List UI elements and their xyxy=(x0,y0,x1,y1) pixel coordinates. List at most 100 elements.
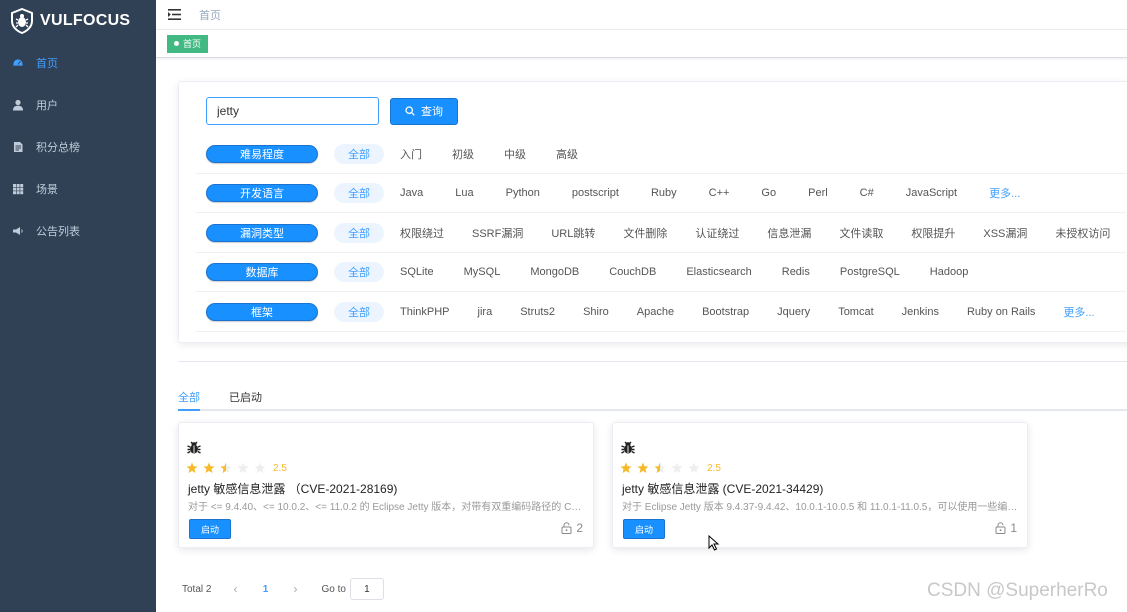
hamburger-icon[interactable] xyxy=(168,9,181,20)
sidebar-item-4[interactable]: 公告列表 xyxy=(0,210,156,252)
filter-option[interactable]: 文件读取 xyxy=(833,225,889,241)
next-page-icon[interactable]: › xyxy=(283,582,307,596)
filter-row-4: 框架 全部 ThinkPHP jira Struts2 Shiro Apache Bootst… xyxy=(196,299,1126,332)
goto-page-input[interactable] xyxy=(349,578,384,600)
filter-label: 漏洞类型 xyxy=(206,224,318,242)
filter-label: 框架 xyxy=(206,303,318,321)
star-icon xyxy=(688,462,705,474)
filter-option[interactable]: Java xyxy=(394,187,429,199)
sidebar-item-2[interactable]: 积分总榜 xyxy=(0,126,156,168)
start-button[interactable]: 启动 xyxy=(623,519,665,539)
filter-option[interactable]: PostgreSQL xyxy=(834,266,906,278)
filter-option[interactable]: Jenkins xyxy=(896,306,945,318)
filter-option-all[interactable]: 全部 xyxy=(334,183,384,203)
filter-option[interactable]: Shiro xyxy=(577,306,615,318)
filter-option[interactable]: Ruby xyxy=(645,187,683,199)
announcement-icon xyxy=(12,225,36,237)
filter-option[interactable]: Bootstrap xyxy=(696,306,755,318)
start-button[interactable]: 启动 xyxy=(189,519,231,539)
search-input[interactable] xyxy=(206,97,379,125)
filter-option[interactable]: Apache xyxy=(631,306,680,318)
filter-option[interactable]: ThinkPHP xyxy=(394,306,456,318)
tab-started[interactable]: 已启动 xyxy=(229,389,262,405)
filter-option[interactable]: SQLite xyxy=(394,266,440,278)
filter-option[interactable]: Go xyxy=(755,187,782,199)
card-title: jetty 敏感信息泄露 (CVE-2021-34429) xyxy=(622,482,824,496)
filter-option[interactable]: 入门 xyxy=(394,146,428,162)
vuln-card[interactable]: 2.5 jetty 敏感信息泄露 (CVE-2021-34429) 对于 Eclip… xyxy=(612,422,1028,548)
filter-option[interactable]: 中级 xyxy=(498,146,532,162)
filter-option[interactable]: URL跳转 xyxy=(545,225,601,241)
filter-option[interactable]: 认证绕过 xyxy=(689,225,745,241)
filter-option[interactable]: CouchDB xyxy=(603,266,662,278)
tab-all[interactable]: 全部 xyxy=(178,389,200,405)
filter-option[interactable]: Jquery xyxy=(771,306,816,318)
lock-count-value: 2 xyxy=(576,521,583,535)
breadcrumb[interactable]: 首页 xyxy=(199,7,221,23)
pagination: Total 2 ‹ 1 › Go to xyxy=(182,578,384,600)
lock-count: 1 xyxy=(995,521,1017,535)
filter-option[interactable]: 文件删除 xyxy=(617,225,673,241)
prev-page-icon[interactable]: ‹ xyxy=(223,582,247,596)
filter-option[interactable]: Redis xyxy=(776,266,816,278)
star-icon xyxy=(203,462,220,474)
filter-option[interactable]: Tomcat xyxy=(832,306,879,318)
filter-option[interactable]: 未授权访问 xyxy=(1049,225,1116,241)
filter-option[interactable]: 信息泄漏 xyxy=(761,225,817,241)
tabs: 全部 已启动 xyxy=(178,386,1127,411)
sidebar: VULFOCUS 首页 用户 积分总榜 场景 公告列表 xyxy=(0,0,156,612)
vuln-card[interactable]: 2.5 jetty 敏感信息泄露 （CVE-2021-28169) 对于 <= 9.… xyxy=(178,422,594,548)
filter-option[interactable]: JavaScript xyxy=(900,187,963,199)
filter-option[interactable]: Lua xyxy=(449,187,479,199)
filter-option[interactable]: SSRF漏洞 xyxy=(466,225,529,241)
lock-icon xyxy=(561,522,576,534)
active-dot-icon xyxy=(174,41,179,46)
search-button[interactable]: 查询 xyxy=(390,97,458,125)
filter-option-all[interactable]: 全部 xyxy=(334,262,384,282)
filter-option[interactable]: XSS漏洞 xyxy=(977,225,1033,241)
rating-value: 2.5 xyxy=(707,462,721,474)
sidebar-item-0[interactable]: 首页 xyxy=(0,42,156,84)
filter-card: 查询 难易程度全部入门初级中级高级开发语言全部JavaLuaPythonpost… xyxy=(178,81,1127,343)
sidebar-item-1[interactable]: 用户 xyxy=(0,84,156,126)
page-number[interactable]: 1 xyxy=(247,584,283,595)
filter-option[interactable]: MySQL xyxy=(458,266,507,278)
lock-count: 2 xyxy=(561,521,583,535)
filter-option[interactable]: jira xyxy=(472,306,499,318)
filter-option[interactable]: Python xyxy=(500,187,546,199)
star-icon xyxy=(237,462,254,474)
filter-option[interactable]: C++ xyxy=(703,187,736,199)
filter-more-link[interactable]: 更多... xyxy=(1057,304,1100,320)
tab-active-indicator xyxy=(178,409,200,411)
filter-option-all[interactable]: 全部 xyxy=(334,302,384,322)
filter-option[interactable]: C# xyxy=(854,187,880,199)
search-button-label: 查询 xyxy=(421,106,443,118)
filter-label: 难易程度 xyxy=(206,145,318,163)
filter-option[interactable]: postscript xyxy=(566,187,625,199)
filter-option[interactable]: 高级 xyxy=(550,146,584,162)
filter-option[interactable]: Perl xyxy=(802,187,834,199)
filter-option-all[interactable]: 全部 xyxy=(334,144,384,164)
filter-option[interactable]: MongoDB xyxy=(524,266,585,278)
star-icon xyxy=(186,462,203,474)
navbar: 首页 xyxy=(156,0,1127,30)
tags-view: 首页 xyxy=(156,30,1127,58)
logo[interactable]: VULFOCUS xyxy=(0,0,156,42)
mouse-cursor-icon xyxy=(708,535,720,551)
tag-home[interactable]: 首页 xyxy=(167,34,209,53)
filter-option[interactable]: Struts2 xyxy=(514,306,561,318)
filter-option[interactable]: 权限提升 xyxy=(905,225,961,241)
filter-more-link[interactable]: 更多... xyxy=(983,185,1026,201)
filter-option[interactable]: Hadoop xyxy=(924,266,975,278)
sidebar-item-3[interactable]: 场景 xyxy=(0,168,156,210)
watermark: CSDN @SuperherRo xyxy=(927,580,1108,601)
star-icon xyxy=(671,462,688,474)
bug-icon xyxy=(620,439,636,455)
star-icon xyxy=(254,462,271,474)
filter-option[interactable]: Elasticsearch xyxy=(680,266,757,278)
rating-stars: 2.5 xyxy=(186,462,287,474)
filter-option[interactable]: 初级 xyxy=(446,146,480,162)
filter-option[interactable]: Ruby on Rails xyxy=(961,306,1041,318)
filter-option-all[interactable]: 全部 xyxy=(334,223,384,243)
filter-option[interactable]: 权限绕过 xyxy=(394,225,450,241)
